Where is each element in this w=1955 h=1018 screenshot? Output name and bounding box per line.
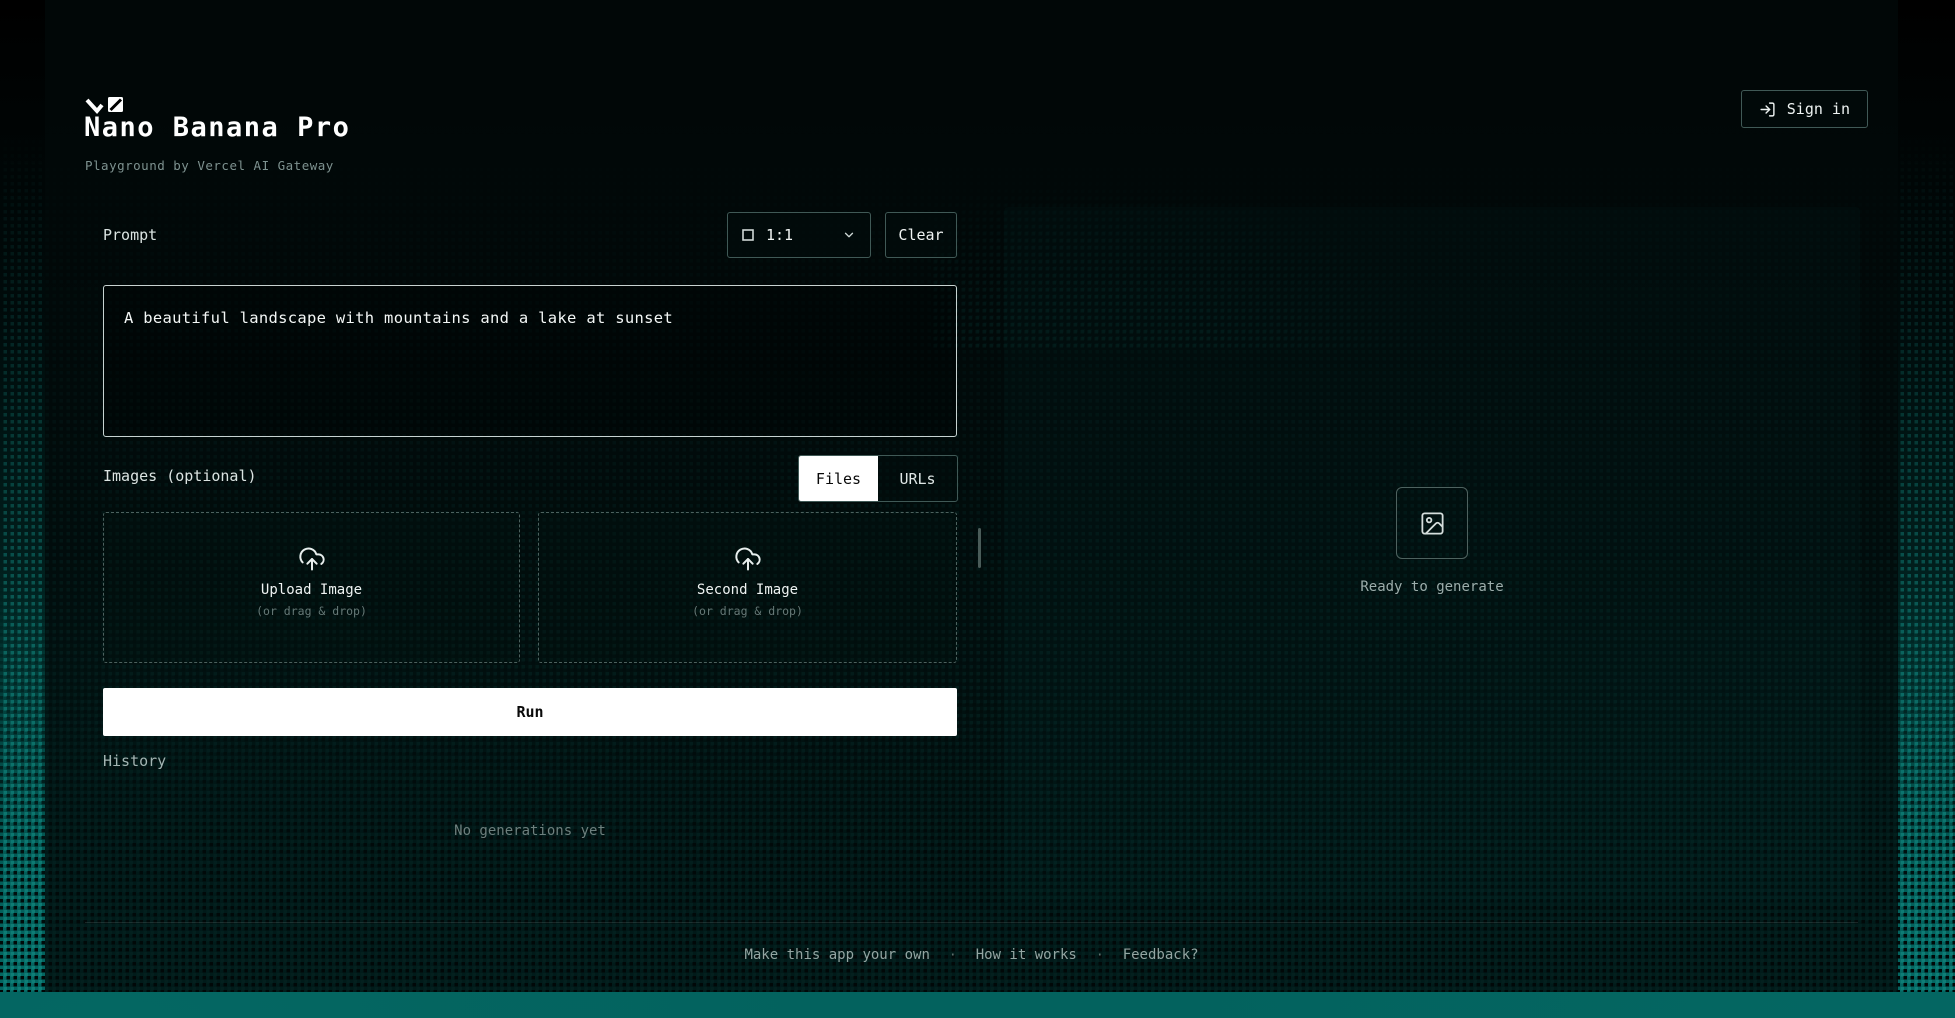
clear-label: Clear xyxy=(898,226,943,244)
upload-box-hint: (or drag & drop) xyxy=(256,604,367,618)
footer-separator: · xyxy=(949,948,957,963)
history-empty-message: No generations yet xyxy=(103,823,957,839)
footer-separator: · xyxy=(1096,948,1104,963)
second-image-dropzone[interactable]: Second Image (or drag & drop) xyxy=(538,512,957,663)
prompt-input[interactable]: A beautiful landscape with mountains and… xyxy=(103,285,957,437)
sign-in-label: Sign in xyxy=(1787,100,1850,118)
footer-divider xyxy=(85,922,1858,923)
upload-box-title: Upload Image xyxy=(261,582,362,598)
generation-preview-panel: Ready to generate xyxy=(1004,207,1860,903)
clear-button[interactable]: Clear xyxy=(885,212,957,258)
upload-box-hint: (or drag & drop) xyxy=(692,604,803,618)
prompt-label: Prompt xyxy=(103,226,157,244)
run-button[interactable]: Run xyxy=(103,688,957,736)
cloud-upload-icon xyxy=(298,545,326,573)
sign-in-button[interactable]: Sign in xyxy=(1741,90,1868,128)
preview-status-text: Ready to generate xyxy=(1004,579,1860,595)
preview-placeholder-box xyxy=(1396,487,1468,559)
panel-resize-handle[interactable] xyxy=(978,528,981,568)
page-title: Nano Banana Pro xyxy=(84,112,350,143)
footer-link-feedback[interactable]: Feedback? xyxy=(1123,947,1199,963)
log-in-icon xyxy=(1759,101,1776,118)
tab-urls[interactable]: URLs xyxy=(878,456,957,501)
cloud-upload-icon xyxy=(734,545,762,573)
square-icon xyxy=(742,229,754,241)
footer-link-make-your-own[interactable]: Make this app your own xyxy=(744,947,929,963)
page: Nano Banana Pro Playground by Vercel AI … xyxy=(0,0,1955,1018)
image-source-toggle: Files URLs xyxy=(798,455,958,502)
images-section-label: Images (optional) xyxy=(103,467,257,485)
footer: Make this app your own · How it works · … xyxy=(45,947,1898,963)
aspect-ratio-value: 1:1 xyxy=(766,226,793,244)
aspect-ratio-dropdown[interactable]: 1:1 xyxy=(727,212,871,258)
tab-files[interactable]: Files xyxy=(799,456,878,501)
page-subtitle: Playground by Vercel AI Gateway xyxy=(85,158,334,173)
app-container: Nano Banana Pro Playground by Vercel AI … xyxy=(45,0,1898,992)
upload-image-dropzone[interactable]: Upload Image (or drag & drop) xyxy=(103,512,520,663)
upload-box-title: Second Image xyxy=(697,582,798,598)
history-section-label: History xyxy=(103,752,166,770)
image-placeholder-icon xyxy=(1419,510,1446,537)
chevron-down-icon xyxy=(842,228,856,242)
footer-link-how-it-works[interactable]: How it works xyxy=(976,947,1077,963)
